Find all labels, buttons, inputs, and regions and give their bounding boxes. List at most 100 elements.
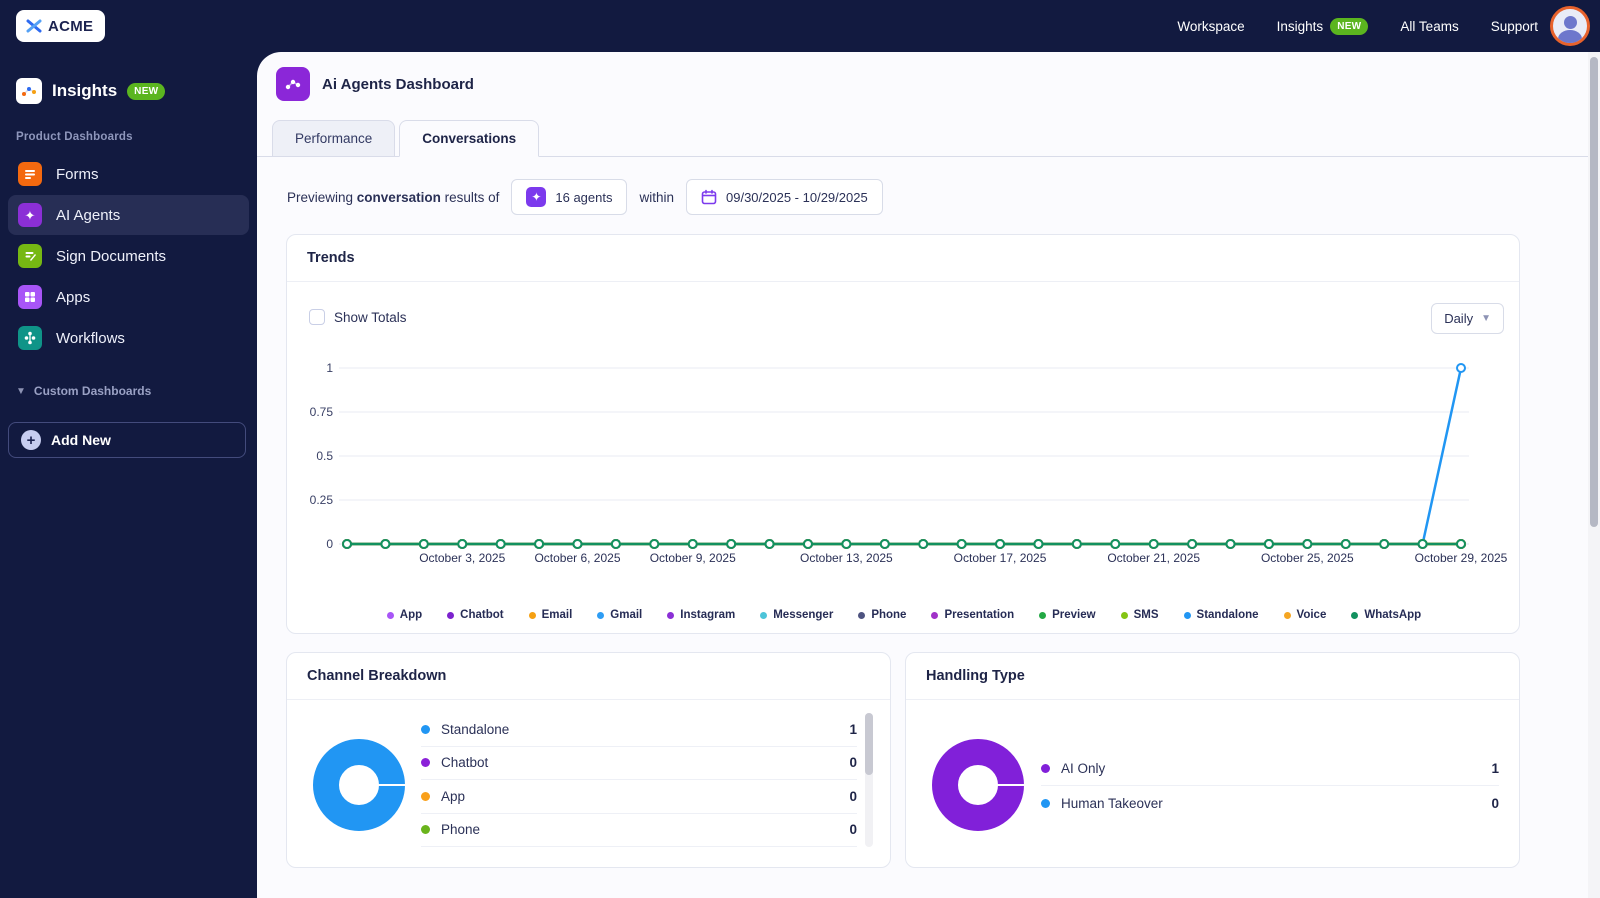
channel-breakdown-title: Channel Breakdown — [307, 668, 447, 684]
sidebar-item-ai-agents[interactable]: ✦ AI Agents — [8, 195, 249, 235]
forms-icon — [18, 162, 42, 186]
sidebar-item-workflows[interactable]: Workflows — [8, 318, 249, 358]
human-takeover-dot — [1041, 798, 1050, 808]
legend-dot — [760, 611, 768, 619]
tab-conversations[interactable]: Conversations — [399, 120, 540, 157]
legend-dot — [1283, 611, 1291, 619]
svg-text:October 9, 2025: October 9, 2025 — [650, 551, 736, 565]
user-avatar[interactable] — [1550, 6, 1590, 46]
acme-logo[interactable]: ACME — [16, 10, 106, 42]
sidebar-item-sign-documents[interactable]: Sign Documents — [8, 236, 249, 276]
apps-grid-icon — [18, 285, 42, 309]
legend-dot — [1039, 611, 1047, 619]
svg-text:October 17, 2025: October 17, 2025 — [954, 551, 1047, 565]
legend-item-phone[interactable]: Phone — [858, 609, 906, 621]
page-scrollbar[interactable] — [1588, 52, 1600, 898]
date-range-button[interactable]: 09/30/2025 - 10/29/2025 — [686, 179, 883, 215]
handling-row-ai-only[interactable]: AI Only 1 — [1041, 752, 1499, 786]
plus-icon: + — [21, 430, 41, 450]
legend-item-email[interactable]: Email — [528, 609, 572, 621]
svg-text:0.75: 0.75 — [310, 405, 334, 419]
standalone-dot — [421, 724, 430, 734]
channel-breakdown-list: Standalone 1 Chatbot 0 App 0 Phone 0 — [421, 713, 857, 847]
legend-item-instagram[interactable]: Instagram — [667, 609, 735, 621]
sidebar-new-badge: NEW — [127, 82, 166, 100]
ai-only-dot — [1041, 764, 1050, 773]
channel-row-phone[interactable]: Phone 0 — [421, 814, 857, 847]
app-dot — [421, 791, 430, 801]
legend-dot — [1183, 611, 1191, 619]
legend-dot — [1351, 611, 1359, 619]
legend-dot — [667, 611, 675, 619]
legend-item-whatsapp[interactable]: WhatsApp — [1351, 609, 1421, 621]
sidebar-insights-header[interactable]: Insights NEW — [16, 78, 166, 104]
nav-insights[interactable]: Insights NEW — [1277, 17, 1369, 35]
svg-text:0.5: 0.5 — [316, 449, 333, 463]
nav-all-teams[interactable]: All Teams — [1400, 19, 1458, 34]
sidebar: Insights NEW Product Dashboards Forms ✦ … — [0, 52, 257, 898]
topbar: ACME Workspace Insights NEW All Teams Su… — [0, 0, 1600, 52]
tab-performance[interactable]: Performance — [272, 120, 396, 157]
legend-dot — [858, 611, 866, 619]
nav-workspace[interactable]: Workspace — [1177, 19, 1244, 34]
channel-donut-chart — [309, 735, 409, 835]
agents-filter-button[interactable]: ✦ 16 agents — [511, 179, 628, 215]
sidebar-item-apps[interactable]: Apps — [8, 277, 249, 317]
custom-dashboards-toggle[interactable]: ▼ Custom Dashboards — [16, 384, 151, 398]
main-content: Ai Agents Dashboard Performance Conversa… — [257, 52, 1588, 898]
phone-dot — [421, 825, 430, 835]
legend-item-standalone[interactable]: Standalone — [1183, 609, 1259, 621]
legend-dot — [447, 611, 455, 619]
trends-legend: App Chatbot Email Gmail Instagram Messenger Ph… — [287, 609, 1521, 621]
svg-text:0: 0 — [326, 537, 333, 551]
workflows-icon — [18, 326, 42, 350]
channel-row-chatbot[interactable]: Chatbot 0 — [421, 747, 857, 780]
svg-text:0.25: 0.25 — [310, 493, 334, 507]
section-product-dashboards: Product Dashboards — [16, 131, 133, 143]
trends-line-chart: 0 0.25 0.5 0.75 1 October 3, 2025 October 6, 2… — [310, 361, 1508, 565]
legend-item-preview[interactable]: Preview — [1039, 609, 1096, 621]
channel-list-scrollbar[interactable] — [865, 713, 873, 847]
within-label: within — [639, 189, 674, 205]
agents-sparkle-icon: ✦ — [526, 187, 547, 207]
sidebar-title: Insights — [52, 81, 118, 100]
handling-row-human-takeover[interactable]: Human Takeover 0 — [1041, 786, 1499, 820]
add-new-button[interactable]: + Add New — [8, 422, 246, 458]
svg-text:October 25, 2025: October 25, 2025 — [1261, 551, 1354, 565]
legend-dot — [528, 611, 536, 619]
sign-documents-icon — [18, 244, 42, 268]
legend-item-voice[interactable]: Voice — [1283, 609, 1326, 621]
svg-text:October 6, 2025: October 6, 2025 — [534, 551, 620, 565]
svg-text:October 3, 2025: October 3, 2025 — [419, 551, 505, 565]
handling-type-list: AI Only 1 Human Takeover 0 — [1041, 752, 1499, 820]
legend-item-presentation[interactable]: Presentation — [931, 609, 1014, 621]
legend-item-sms[interactable]: SMS — [1120, 609, 1159, 621]
chatbot-dot — [421, 758, 430, 768]
channel-row-standalone[interactable]: Standalone 1 — [421, 713, 857, 747]
acme-logo-icon — [26, 19, 42, 33]
granularity-select[interactable]: Daily ▼ — [1431, 303, 1504, 334]
channel-row-app[interactable]: App 0 — [421, 780, 857, 814]
legend-item-app[interactable]: App — [386, 609, 422, 621]
insights-scatter-icon — [16, 78, 42, 104]
chevron-down-icon: ▼ — [16, 385, 26, 397]
tab-bar: Performance Conversations — [272, 120, 540, 157]
handling-type-card: Handling Type AI Only 1 Human Takeover 0 — [905, 652, 1520, 868]
chevron-down-icon: ▼ — [1481, 313, 1491, 324]
ai-agents-sparkle-icon: ✦ — [18, 203, 42, 227]
top-nav: Workspace Insights NEW All Teams Support — [1177, 0, 1538, 52]
show-totals-label: Show Totals — [334, 309, 407, 325]
calendar-icon — [701, 189, 717, 205]
sidebar-item-forms[interactable]: Forms — [8, 154, 249, 194]
handling-type-title: Handling Type — [926, 668, 1025, 684]
trends-card: Trends Show Totals Daily ▼ 0 0.25 0.5 0.75 1… — [286, 234, 1520, 634]
svg-text:October 29, 2025: October 29, 2025 — [1415, 551, 1508, 565]
legend-dot — [931, 611, 939, 619]
legend-item-messenger[interactable]: Messenger — [760, 609, 833, 621]
show-totals-checkbox[interactable] — [309, 309, 325, 325]
legend-item-chatbot[interactable]: Chatbot — [447, 609, 504, 621]
legend-item-gmail[interactable]: Gmail — [597, 609, 642, 621]
avatar-person-icon — [1563, 16, 1577, 29]
legend-dot — [597, 611, 605, 619]
nav-support[interactable]: Support — [1491, 19, 1538, 34]
